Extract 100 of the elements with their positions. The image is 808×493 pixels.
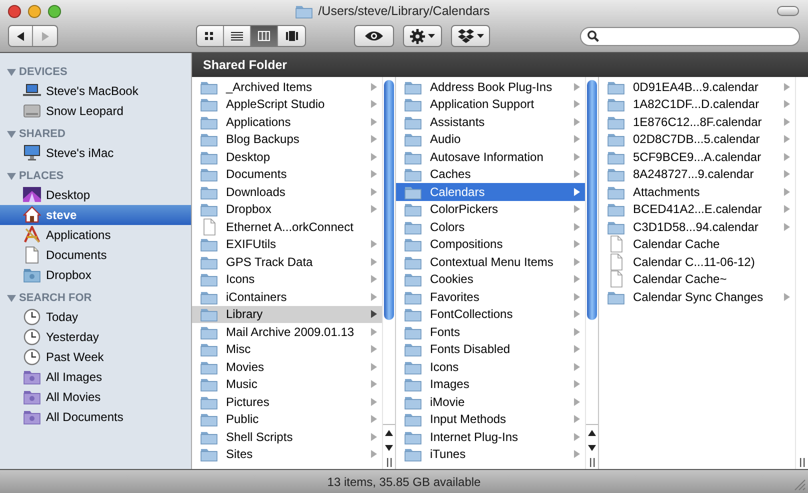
sidebar-item[interactable]: Yesterday [0, 327, 191, 347]
disclosure-triangle-expanded-icon[interactable] [7, 294, 16, 302]
sidebar-item[interactable]: Applications [0, 225, 191, 245]
file-row[interactable]: Internet Plug-Ins [396, 428, 585, 446]
resize-grip-icon[interactable] [794, 479, 806, 491]
disclosure-arrow-icon [574, 135, 580, 144]
list-icon [231, 31, 243, 41]
file-row[interactable]: iTunes [396, 446, 585, 463]
file-row[interactable]: 02D8C7DB...5.calendar [599, 130, 795, 148]
file-row[interactable]: Calendar Cache~ [599, 270, 795, 288]
gear-icon [410, 28, 425, 44]
file-row[interactable]: Cookies [396, 270, 585, 288]
clock-icon [23, 328, 41, 346]
file-row[interactable]: Ethernet A...orkConnect [192, 218, 382, 236]
applications-icon [23, 226, 41, 244]
view-mode-control[interactable] [196, 25, 306, 47]
sidebar-item[interactable]: Steve's MacBook [0, 81, 191, 101]
disclosure-triangle-expanded-icon[interactable] [7, 172, 16, 180]
sidebar-item[interactable]: Documents [0, 245, 191, 265]
file-row[interactable]: Sites [192, 446, 382, 463]
file-row[interactable]: Music [192, 376, 382, 393]
sidebar-item[interactable]: All Movies [0, 387, 191, 407]
action-menu-button[interactable] [403, 25, 442, 47]
file-row[interactable]: Favorites [396, 288, 585, 306]
sidebar-item[interactable]: steve [0, 205, 191, 225]
file-row[interactable]: Blog Backups [192, 130, 382, 148]
scroll-thumb[interactable] [384, 80, 394, 320]
navigation-control[interactable] [8, 25, 58, 47]
dropbox-menu-button[interactable] [451, 25, 490, 47]
file-row[interactable]: ColorPickers [396, 200, 585, 218]
disclosure-arrow-icon [784, 82, 790, 91]
sidebar-item[interactable]: All Images [0, 367, 191, 387]
file-row[interactable]: Shell Scripts [192, 428, 382, 446]
sidebar-item[interactable]: Today [0, 307, 191, 327]
file-row[interactable]: Images [396, 376, 585, 393]
file-row[interactable]: Calendars [396, 183, 585, 200]
file-row[interactable]: Colors [396, 218, 585, 236]
file-row[interactable]: FontCollections [396, 306, 585, 323]
file-row[interactable]: _Archived Items [192, 78, 382, 96]
file-row[interactable]: BCED41A2...E.calendar [599, 200, 795, 218]
quick-look-button[interactable] [354, 25, 394, 47]
file-row[interactable]: Attachments [599, 183, 795, 200]
file-row[interactable]: Downloads [192, 183, 382, 200]
file-row[interactable]: Pictures [192, 393, 382, 410]
file-row[interactable]: Dropbox [192, 200, 382, 218]
file-row[interactable]: Autosave Information [396, 148, 585, 166]
folder-icon [200, 131, 218, 148]
file-row[interactable]: 1A82C1DF...D.calendar [599, 96, 795, 113]
file-row[interactable]: Assistants [396, 113, 585, 130]
desktop-icon [23, 186, 41, 204]
file-row[interactable]: 8A248727...9.calendar [599, 166, 795, 183]
file-row[interactable]: iContainers [192, 288, 382, 306]
file-row[interactable]: Calendar C...11-06-12) [599, 253, 795, 270]
file-row[interactable]: C3D1D58...94.calendar [599, 218, 795, 236]
minimize-button[interactable] [28, 4, 41, 18]
toolbar-toggle-button[interactable] [777, 6, 799, 16]
file-row[interactable]: Caches [396, 166, 585, 183]
file-row[interactable]: Application Support [396, 96, 585, 113]
file-row[interactable]: Calendar Sync Changes [599, 288, 795, 306]
column-view-button[interactable] [251, 26, 278, 46]
file-row[interactable]: EXIFUtils [192, 236, 382, 253]
file-row[interactable]: 0D91EA4B...9.calendar [599, 78, 795, 96]
disclosure-arrow-icon [371, 275, 377, 284]
file-row[interactable]: Fonts [396, 323, 585, 340]
file-row[interactable]: Icons [192, 270, 382, 288]
search-field[interactable] [580, 26, 800, 46]
zoom-button[interactable] [48, 4, 61, 18]
file-row[interactable]: Movies [192, 358, 382, 376]
sidebar-item[interactable]: Past Week [0, 347, 191, 367]
file-row[interactable]: 5CF9BCE9...A.calendar [599, 148, 795, 166]
file-row[interactable]: Library [192, 306, 382, 323]
file-row[interactable]: Mail Archive 2009.01.13 [192, 323, 382, 340]
file-row[interactable]: Icons [396, 358, 585, 376]
file-row[interactable]: Address Book Plug-Ins [396, 78, 585, 96]
sidebar-item[interactable]: Snow Leopard [0, 101, 191, 121]
file-row[interactable]: Desktop [192, 148, 382, 166]
scroll-thumb[interactable] [587, 80, 597, 320]
sidebar-item[interactable]: Steve's iMac [0, 143, 191, 163]
file-row[interactable]: AppleScript Studio [192, 96, 382, 113]
file-row[interactable]: Misc [192, 340, 382, 358]
sidebar-item[interactable]: Dropbox [0, 265, 191, 285]
file-row[interactable]: Compositions [396, 236, 585, 253]
file-row[interactable]: Contextual Menu Items [396, 253, 585, 270]
disclosure-triangle-expanded-icon[interactable] [7, 68, 16, 76]
file-row[interactable]: Input Methods [396, 410, 585, 428]
smart-folder-icon [23, 408, 41, 426]
file-row[interactable]: Applications [192, 113, 382, 130]
file-row[interactable]: 1E876C12...8F.calendar [599, 113, 795, 130]
sidebar-item[interactable]: Desktop [0, 185, 191, 205]
sidebar-item[interactable]: All Documents [0, 407, 191, 427]
file-row[interactable]: Public [192, 410, 382, 428]
file-row[interactable]: Audio [396, 130, 585, 148]
disclosure-triangle-expanded-icon[interactable] [7, 130, 16, 138]
close-button[interactable] [8, 4, 21, 18]
file-row[interactable]: Documents [192, 166, 382, 183]
house-icon [23, 206, 41, 224]
file-row[interactable]: Fonts Disabled [396, 340, 585, 358]
file-row[interactable]: iMovie [396, 393, 585, 410]
file-row[interactable]: Calendar Cache [599, 236, 795, 253]
file-row[interactable]: GPS Track Data [192, 253, 382, 270]
